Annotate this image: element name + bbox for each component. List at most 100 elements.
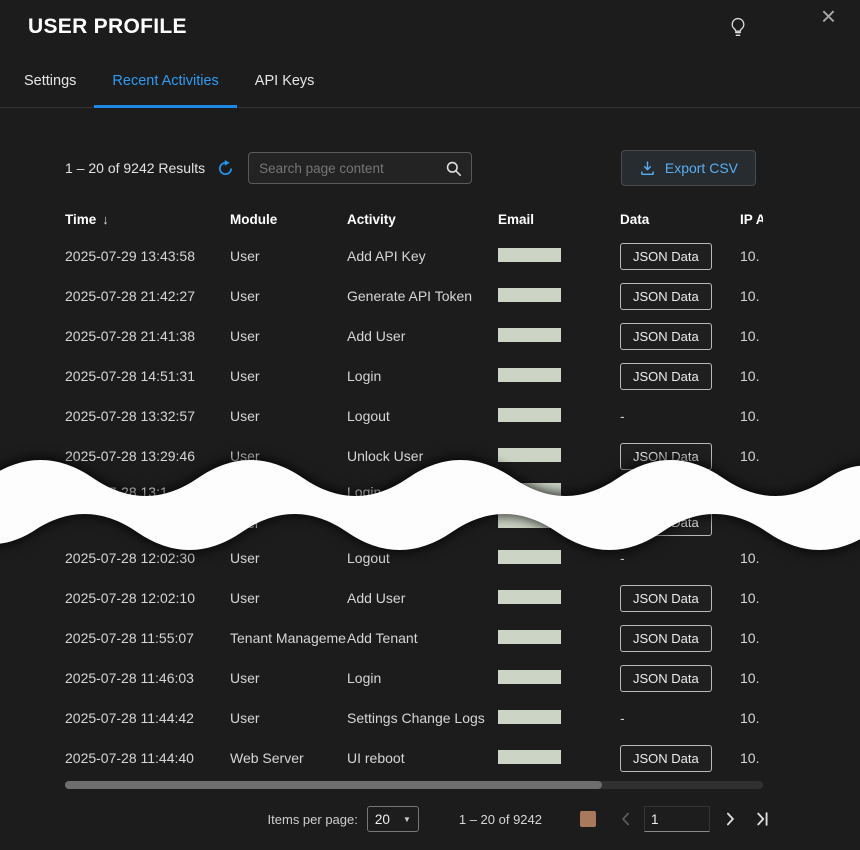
cell-time: 2025-07-29 13:43:58 xyxy=(65,248,230,264)
refresh-icon[interactable] xyxy=(217,160,234,177)
export-csv-button[interactable]: Export CSV xyxy=(621,150,756,186)
tab-api-keys[interactable]: API Keys xyxy=(237,54,333,107)
cell-module: Tenant Management xyxy=(230,630,347,646)
chevron-left-icon xyxy=(616,809,636,829)
last-page-button[interactable] xyxy=(752,809,772,829)
page-title: USER PROFILE xyxy=(28,15,187,39)
cell-ip: 10. xyxy=(740,328,763,344)
cell-module: User xyxy=(230,484,347,500)
table-row: 2025-07-29 13:43:58 User Add API Key JSO… xyxy=(65,236,763,276)
table-row: User JSON Data xyxy=(65,507,763,538)
table-row: 2025-07-28 21:42:27 User Generate API To… xyxy=(65,276,763,316)
redacted-email-bar xyxy=(498,368,561,382)
horizontal-scrollbar-thumb[interactable] xyxy=(65,781,602,789)
search-input[interactable] xyxy=(257,160,444,177)
cell-data: - xyxy=(620,550,740,566)
cell-module: User xyxy=(230,408,347,424)
dialog-header: USER PROFILE × xyxy=(0,0,860,54)
cell-time: 2025-07-28 12:02:10 xyxy=(65,590,230,606)
search-icon[interactable] xyxy=(444,159,463,178)
activities-table: Time↓ Module Activity Email Data IP Addr… xyxy=(65,202,763,778)
cell-data: JSON Data xyxy=(620,363,740,390)
json-data-button[interactable]: JSON Data xyxy=(620,585,712,612)
export-csv-label: Export CSV xyxy=(665,160,738,176)
col-header-ip[interactable]: IP Address xyxy=(740,212,763,227)
cell-ip: 10. xyxy=(740,368,763,384)
previous-page-button[interactable] xyxy=(616,809,636,829)
cell-data: JSON Data xyxy=(620,665,740,692)
json-data-button[interactable]: JSON Data xyxy=(620,509,712,536)
json-data-button[interactable]: JSON Data xyxy=(620,283,712,310)
cell-activity: Add API Key xyxy=(347,248,498,264)
tab-label: API Keys xyxy=(255,73,315,89)
col-label: Module xyxy=(230,212,277,227)
cell-time: 2025-07-28 11:44:42 xyxy=(65,710,230,726)
col-header-activity[interactable]: Activity xyxy=(347,212,498,227)
cell-module: Web Server xyxy=(230,750,347,766)
cell-email xyxy=(498,670,620,687)
cell-module: User xyxy=(230,368,347,384)
chevron-right-icon xyxy=(720,809,740,829)
col-header-module[interactable]: Module xyxy=(230,212,347,227)
results-count: 1 – 20 of 9242 Results xyxy=(65,160,205,176)
json-data-button[interactable]: JSON Data xyxy=(620,443,712,470)
cell-ip: 10. xyxy=(740,590,763,606)
cell-time: 2025-07-28 13:1 xyxy=(65,484,230,500)
table-header-row: Time↓ Module Activity Email Data IP Addr… xyxy=(65,202,763,236)
col-label: Data xyxy=(620,212,649,227)
cell-activity: Add User xyxy=(347,328,498,344)
cell-time: 2025-07-28 13:32:57 xyxy=(65,408,230,424)
next-page-button[interactable] xyxy=(720,809,740,829)
cell-module: User xyxy=(230,288,347,304)
table-row: 2025-07-28 14:51:31 User Login JSON Data… xyxy=(65,356,763,396)
json-data-button[interactable]: JSON Data xyxy=(620,363,712,390)
cell-time: 2025-07-28 12:02:30 xyxy=(65,550,230,566)
redacted-email-bar xyxy=(498,248,561,262)
cell-activity: Logout xyxy=(347,550,498,566)
json-data-button[interactable]: JSON Data xyxy=(620,625,712,652)
last-page-icon xyxy=(752,809,772,829)
cell-time: 2025-07-28 11:46:03 xyxy=(65,670,230,686)
cell-module: User xyxy=(230,670,347,686)
cell-activity: Add User xyxy=(347,590,498,606)
items-per-page-select[interactable]: 20 ▼ xyxy=(367,806,419,832)
col-header-email[interactable]: Email xyxy=(498,212,620,227)
cell-email xyxy=(498,368,620,385)
json-data-button[interactable]: JSON Data xyxy=(620,745,712,772)
json-data-button[interactable]: JSON Data xyxy=(620,665,712,692)
cell-module: User xyxy=(230,515,347,531)
cell-activity: Generate API Token xyxy=(347,288,498,304)
tab-recent-activities[interactable]: Recent Activities xyxy=(94,54,236,107)
cell-activity: UI reboot xyxy=(347,750,498,766)
cell-ip: 10. xyxy=(740,408,763,424)
tab-settings[interactable]: Settings xyxy=(24,54,94,107)
col-label: IP Address xyxy=(740,212,763,227)
close-icon[interactable]: × xyxy=(821,6,836,26)
cell-data: JSON Data xyxy=(620,243,740,270)
col-header-time[interactable]: Time↓ xyxy=(65,212,230,227)
table-row: 2025-07-28 13:29:46 User Unlock User JSO… xyxy=(65,436,763,476)
cell-email xyxy=(498,248,620,265)
lightbulb-icon[interactable] xyxy=(727,16,749,38)
col-header-data[interactable]: Data xyxy=(620,212,740,227)
json-data-button[interactable]: JSON Data xyxy=(620,478,712,505)
caret-down-icon: ▼ xyxy=(403,815,411,824)
redacted-email-bar xyxy=(498,328,561,342)
cell-module: User xyxy=(230,248,347,264)
horizontal-scrollbar xyxy=(65,781,763,789)
table-row: 2025-07-28 13:1 User Login JSON Data xyxy=(65,476,763,507)
cell-module: User xyxy=(230,550,347,566)
page-number-input[interactable] xyxy=(644,806,710,832)
cell-module: User xyxy=(230,448,347,464)
cell-module: User xyxy=(230,328,347,344)
cell-data: JSON Data xyxy=(620,478,740,505)
json-data-button[interactable]: JSON Data xyxy=(620,243,712,270)
user-profile-dialog: USER PROFILE × Settings Recent Activitie… xyxy=(0,0,860,850)
redacted-email-bar xyxy=(498,483,561,497)
page-range-text: 1 – 20 of 9242 xyxy=(459,812,542,827)
table-toolbar: 1 – 20 of 9242 Results Export CSV xyxy=(65,150,756,186)
redacted-email-bar xyxy=(498,550,561,564)
col-label: Email xyxy=(498,212,534,227)
json-data-button[interactable]: JSON Data xyxy=(620,323,712,350)
tab-bar: Settings Recent Activities API Keys xyxy=(0,54,860,108)
